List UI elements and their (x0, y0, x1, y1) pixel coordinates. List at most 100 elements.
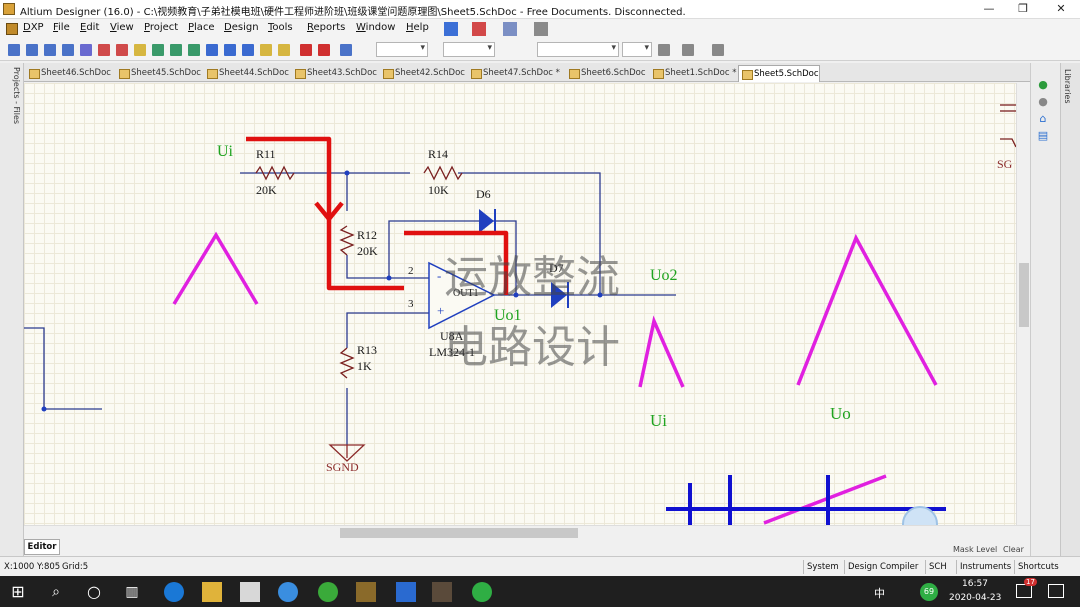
wechat-icon[interactable] (472, 582, 492, 602)
compile-mask-icon[interactable] (318, 44, 330, 56)
tab-sheet46[interactable]: Sheet46.SchDoc (26, 65, 116, 82)
menu-design[interactable]: Design (224, 22, 259, 33)
sgnd-ground-symbol[interactable] (328, 444, 366, 462)
device-sheet-icon[interactable] (188, 44, 200, 56)
edge-browser-icon[interactable] (164, 582, 184, 602)
projects-panel[interactable]: Projects - Files (0, 63, 24, 556)
menu-place[interactable]: Place (188, 22, 215, 33)
schematic-canvas[interactable]: Ui R11 20K R14 10K R12 20K R13 1K D6 D7 … (24, 83, 1016, 525)
design-compiler-button[interactable]: Design Compiler (844, 560, 921, 574)
arrow-tool-icon[interactable] (503, 22, 517, 36)
tab-sheet42[interactable]: Sheet42.SchDoc (380, 65, 468, 82)
harness-connector-icon[interactable] (242, 44, 254, 56)
home-icon[interactable]: ⌂ (1036, 113, 1050, 125)
font-combo[interactable] (537, 42, 619, 57)
align-center-icon[interactable] (682, 44, 694, 56)
menu-project[interactable]: Project (144, 22, 178, 33)
menu-edit[interactable]: Edit (80, 22, 99, 33)
vertical-scroll-thumb[interactable] (1019, 263, 1029, 327)
harness-icon[interactable] (224, 44, 236, 56)
back-icon[interactable]: ● (1036, 79, 1050, 91)
tab-sheet1[interactable]: Sheet1.SchDoc * (650, 65, 738, 82)
tab-sheet43[interactable]: Sheet43.SchDoc (292, 65, 380, 82)
close-button[interactable]: ✕ (1046, 0, 1076, 19)
uo2-net-label[interactable]: Uo2 (650, 267, 678, 285)
horizontal-scroll-thumb[interactable] (340, 528, 578, 538)
vertical-scrollbar[interactable] (1016, 83, 1030, 525)
horizontal-scrollbar[interactable] (24, 525, 1030, 539)
menu-help[interactable]: Help (406, 22, 429, 33)
ground-icon[interactable] (98, 44, 110, 56)
r11-value[interactable]: 20K (256, 183, 277, 198)
r14-resistor[interactable] (423, 165, 463, 181)
cortana-icon[interactable]: ○ (84, 582, 104, 602)
d6-diode[interactable] (479, 209, 496, 233)
windows-start-icon[interactable]: ⊞ (8, 582, 28, 602)
directive-icon[interactable] (278, 44, 290, 56)
net-tool-icon[interactable] (472, 22, 486, 36)
task-view-icon[interactable]: ▥ (122, 582, 142, 602)
projects-panel-label[interactable]: Projects - Files (3, 67, 21, 137)
clear-button[interactable]: Clear (1003, 545, 1024, 554)
app-blue-icon[interactable] (278, 582, 298, 602)
tab-sheet47[interactable]: Sheet47.SchDoc * (468, 65, 566, 82)
libraries-panel[interactable]: Libraries (1060, 63, 1080, 556)
bus-entry-icon[interactable] (44, 44, 56, 56)
word-icon[interactable] (396, 582, 416, 602)
document-icon[interactable]: ▤ (1036, 130, 1050, 142)
net-label-icon[interactable] (62, 44, 74, 56)
tab-sheet45[interactable]: Sheet45.SchDoc (116, 65, 204, 82)
layer-combo[interactable] (376, 42, 428, 57)
r13-designator[interactable]: R13 (357, 343, 377, 358)
pen-icon[interactable] (340, 44, 352, 56)
tab-sheet44[interactable]: Sheet44.SchDoc (204, 65, 292, 82)
port-icon[interactable] (206, 44, 218, 56)
search-icon[interactable]: ⌕ (46, 582, 66, 602)
mask-level-button[interactable]: Mask Level (953, 545, 997, 554)
wire-tool-icon[interactable] (444, 22, 458, 36)
sheet-symbol-icon[interactable] (152, 44, 164, 56)
grid-tool-icon[interactable] (534, 22, 548, 36)
clock-time[interactable]: 16:57 (962, 579, 988, 589)
menu-tools[interactable]: Tools (268, 22, 293, 33)
altium-taskbar-icon[interactable] (356, 582, 376, 602)
netlabel-text-icon[interactable] (80, 44, 92, 56)
weather-badge-icon[interactable]: 69 (920, 583, 938, 601)
part-icon[interactable] (134, 44, 146, 56)
minimize-button[interactable]: — (974, 0, 1004, 19)
tab-sheet6[interactable]: Sheet6.SchDoc (566, 65, 650, 82)
menu-dxp[interactable]: DXP (23, 22, 44, 33)
r12-resistor[interactable] (339, 225, 355, 256)
distribute-icon[interactable] (712, 44, 724, 56)
sgnd-label[interactable]: SGND (326, 460, 359, 475)
r14-value[interactable]: 10K (428, 183, 449, 198)
media-app-icon[interactable] (432, 582, 452, 602)
maximize-button[interactable]: ❐ (1008, 0, 1038, 19)
instruments-button[interactable]: Instruments (956, 560, 1014, 574)
sch-panel-button[interactable]: SCH (925, 560, 950, 574)
menu-window[interactable]: Window (356, 22, 395, 33)
vcc-icon[interactable] (116, 44, 128, 56)
r12-value[interactable]: 20K (357, 244, 378, 259)
menu-reports[interactable]: Reports (307, 22, 345, 33)
r11-designator[interactable]: R11 (256, 147, 276, 162)
forward-icon[interactable]: ● (1036, 96, 1050, 108)
menu-view[interactable]: View (110, 22, 134, 33)
r13-value[interactable]: 1K (357, 359, 372, 374)
file-explorer-icon[interactable] (202, 582, 222, 602)
app-green-icon[interactable] (318, 582, 338, 602)
input-language-indicator[interactable]: 中 (874, 585, 885, 601)
align-left-icon[interactable] (658, 44, 670, 56)
r14-designator[interactable]: R14 (428, 147, 448, 162)
action-center-icon[interactable] (1048, 584, 1064, 598)
d6-designator[interactable]: D6 (476, 187, 491, 202)
size-combo[interactable] (622, 42, 652, 57)
shortcuts-button[interactable]: Shortcuts (1014, 560, 1062, 574)
system-panel-button[interactable]: System (803, 560, 842, 574)
calculator-icon[interactable] (240, 582, 260, 602)
wire-icon[interactable] (8, 44, 20, 56)
editor-tab[interactable]: Editor (24, 539, 60, 555)
menu-file[interactable]: File (53, 22, 70, 33)
notification-center-icon[interactable] (1016, 584, 1032, 598)
bus-icon[interactable] (26, 44, 38, 56)
